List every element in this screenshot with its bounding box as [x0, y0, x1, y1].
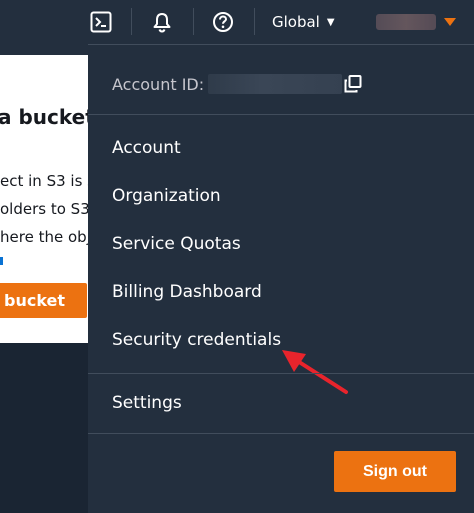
account-id-row: Account ID:: [112, 72, 343, 96]
copy-icon[interactable]: [343, 74, 363, 94]
background-text-line: olders to S3: [0, 200, 88, 218]
chevron-down-icon: ▼: [326, 16, 335, 28]
menu-item-account[interactable]: Account: [112, 137, 181, 159]
menu-item-settings[interactable]: Settings: [112, 392, 182, 414]
sign-out-button[interactable]: Sign out: [334, 451, 456, 492]
menu-divider: [88, 373, 474, 374]
help-icon[interactable]: [211, 10, 235, 34]
account-id-label: Account ID:: [112, 74, 205, 94]
menu-divider: [88, 114, 474, 115]
top-navigation-bar: Global ▼: [0, 0, 474, 44]
bell-icon[interactable]: [150, 10, 174, 34]
account-menu-button[interactable]: [376, 12, 460, 32]
background-dark-area: [0, 343, 88, 513]
region-label: Global: [272, 13, 320, 31]
account-id-value-redacted: [208, 74, 343, 94]
background-text-line: ect in S3 is s: [0, 172, 88, 190]
cloudshell-icon[interactable]: [89, 10, 113, 34]
nav-separator: [254, 8, 255, 35]
menu-item-billing-dashboard[interactable]: Billing Dashboard: [112, 281, 262, 303]
create-bucket-button[interactable]: bucket: [0, 283, 87, 318]
background-link-fragment: [0, 257, 3, 265]
region-selector[interactable]: Global ▼: [272, 11, 335, 33]
annotation-arrow-icon: [282, 350, 348, 394]
background-text-line: here the obje: [0, 228, 88, 246]
menu-item-organization[interactable]: Organization: [112, 185, 221, 207]
menu-item-security-credentials[interactable]: Security credentials: [112, 329, 281, 351]
menu-item-service-quotas[interactable]: Service Quotas: [112, 233, 241, 255]
caret-up-icon: [444, 18, 456, 26]
menu-top-border: [88, 44, 474, 45]
account-name-redacted: [376, 14, 436, 30]
background-heading: a bucket: [0, 105, 88, 129]
menu-divider: [88, 433, 474, 434]
background-s3-page: a bucket ect in S3 is s olders to S3 her…: [0, 55, 88, 343]
nav-separator: [131, 8, 132, 35]
nav-separator: [193, 8, 194, 35]
